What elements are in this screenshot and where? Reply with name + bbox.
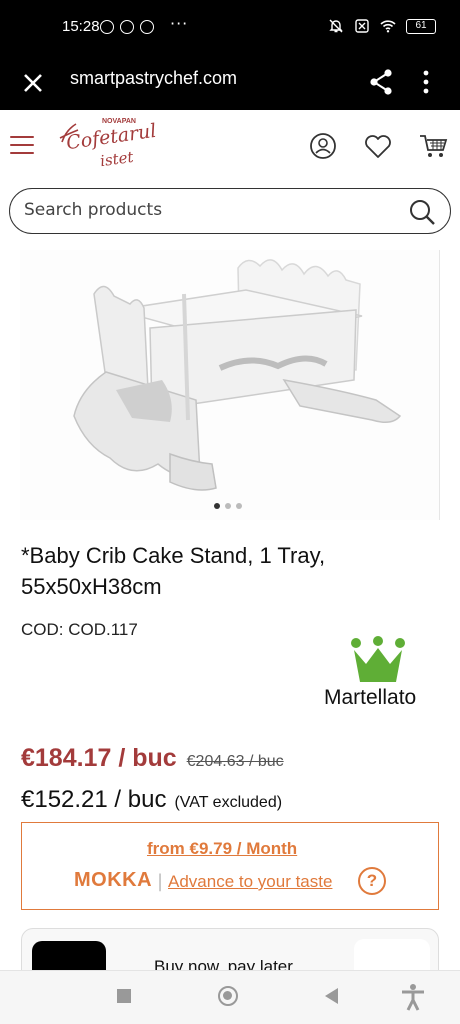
logo-text-line2: istet (98, 147, 135, 171)
mokka-monthly-link[interactable]: from €9.79 / Month (147, 839, 297, 859)
accessibility-icon[interactable] (400, 983, 426, 1011)
product-code: COD: COD.117 (21, 620, 138, 639)
mokka-separator: | (157, 871, 164, 892)
price-net-row: €152.21 / buc (VAT excluded) (21, 786, 282, 814)
whatsapp-icon (100, 20, 114, 34)
brand-name: Martellato (324, 686, 417, 709)
crown-icon (351, 636, 405, 682)
search-icon[interactable] (408, 198, 436, 226)
chrome-icon (140, 20, 154, 34)
menu-icon[interactable] (10, 136, 34, 156)
help-icon[interactable]: ? (358, 867, 386, 895)
no-sim-icon (355, 19, 369, 33)
site-header: NOVAPAN Cofetarul istet (0, 110, 460, 184)
more-notifications-icon: ··· (170, 14, 189, 33)
mokka-advance-link[interactable]: Advance to your taste (168, 872, 332, 892)
page: 15:28 ··· 61 smartpastrychef.com NOVAPAN… (0, 0, 460, 1024)
price-with-vat: €184.17 / buc (21, 744, 177, 772)
brand-logo[interactable]: Martellato (318, 636, 440, 720)
gallery-dot-1[interactable] (214, 503, 220, 509)
battery-icon: 61 (406, 18, 436, 34)
close-icon[interactable] (20, 70, 46, 96)
gallery-dot-3[interactable] (236, 503, 242, 509)
status-bar: 15:28 ··· 61 (0, 0, 460, 58)
browser-toolbar: smartpastrychef.com (0, 58, 460, 110)
account-icon[interactable] (309, 132, 337, 160)
price-without-vat: €152.21 / buc (21, 786, 167, 813)
recents-icon[interactable] (117, 989, 131, 1003)
heart-icon[interactable] (363, 132, 393, 160)
mokka-financing-box: from €9.79 / Month MOKKA | Advance to yo… (21, 822, 439, 910)
home-icon[interactable] (218, 986, 238, 1006)
baby-crib-image (73, 259, 402, 491)
gallery-dot-2[interactable] (225, 503, 231, 509)
status-time: 15:28 (62, 18, 100, 35)
gallery-pagination (214, 503, 242, 509)
mokka-logo: MOKKA (74, 869, 153, 891)
vat-note: (VAT excluded) (174, 794, 283, 811)
price-row: €184.17 / buc €204.63 / buc (21, 744, 284, 773)
mute-bell-icon (329, 19, 343, 33)
product-title: *Baby Crib Cake Stand, 1 Tray, 55x50xH38… (21, 543, 326, 599)
system-nav-bar (0, 970, 460, 1024)
wifi-icon (380, 20, 396, 33)
search-bar[interactable] (9, 188, 451, 234)
share-icon[interactable] (368, 68, 394, 96)
price-old: €204.63 / buc (186, 753, 284, 770)
cart-icon[interactable] (418, 132, 448, 160)
more-options-icon[interactable] (416, 68, 436, 96)
search-input[interactable] (24, 200, 384, 220)
product-image[interactable] (20, 250, 440, 520)
site-logo[interactable]: NOVAPAN Cofetarul istet (52, 116, 172, 182)
status-notification-icons (100, 20, 154, 34)
status-right-icons: 61 (328, 18, 436, 34)
back-icon[interactable] (325, 988, 338, 1004)
url-text[interactable]: smartpastrychef.com (70, 68, 237, 89)
chrome-icon (120, 20, 134, 34)
